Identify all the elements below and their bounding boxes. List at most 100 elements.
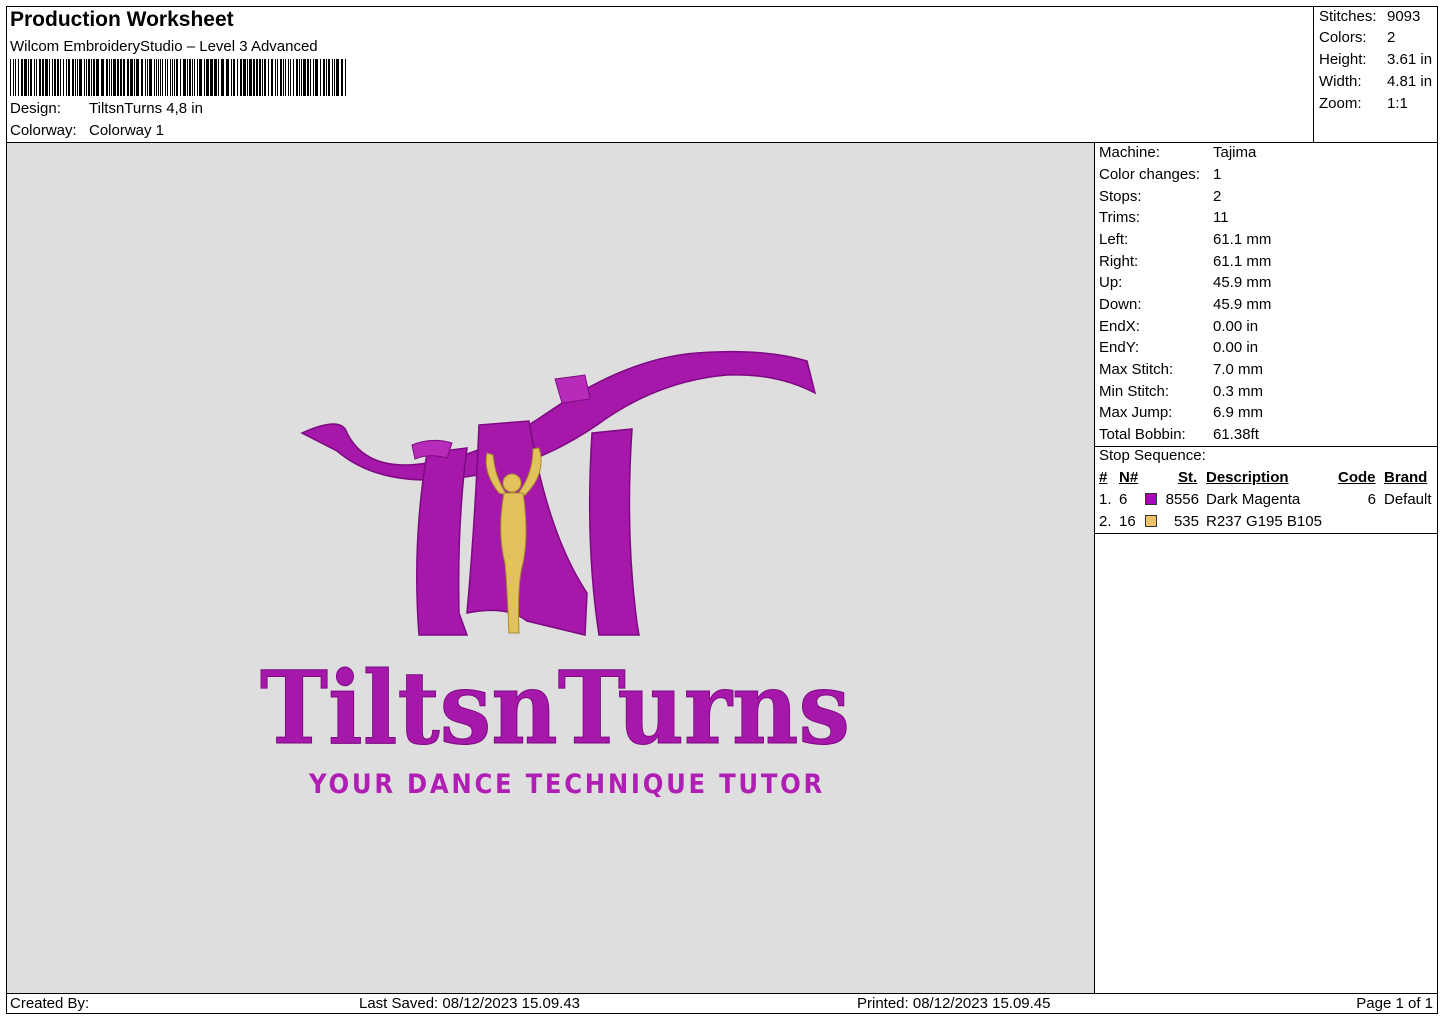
barcode-bar [21,59,23,96]
barcode-bar [204,59,205,96]
table-row-1-description: Dark Magenta [1206,491,1301,508]
barcode-bar [111,59,112,96]
barcode-bar [93,59,95,96]
barcode-bar [96,59,99,96]
barcode-bar [275,59,276,96]
barcode-bar [240,59,242,96]
barcode-bar [326,59,327,96]
barcode-bar [247,59,248,96]
color-swatch-1 [1145,493,1157,505]
barcode-bar [301,59,302,96]
ribbon-swoosh [300,350,817,481]
table-row-1-num: 1. [1099,491,1112,508]
barcode-bar [141,59,143,96]
barcode-bar [113,59,116,96]
barcode-bar [15,59,16,96]
table-row-2-description: R237 G195 B105 [1206,513,1322,530]
barcode-bar [315,59,318,96]
barcode-bar [187,59,188,96]
barcode-bar [172,59,173,96]
last-saved: Last Saved: 08/12/2023 15.09.43 [359,995,581,1012]
barcode-bar [156,59,157,96]
info-down: Down: 45.9 mm [1099,296,1272,313]
barcode-bar [199,59,202,96]
barcode-bar [307,59,309,96]
barcode-bar [323,59,325,96]
table-row-2-n: 16 [1119,513,1136,530]
worksheet-footer: Created By: Last Saved: 08/12/2023 15.09… [7,993,1437,1014]
design-value: TiltsnTurns 4,8 in [89,100,203,117]
barcode-bar [72,59,74,96]
barcode-bar [345,59,346,96]
barcode-bar [34,59,35,96]
stat-stitches: Stitches: 9093 [1319,8,1421,25]
page-title: Production Worksheet [10,8,234,31]
barcode-bar [226,59,229,96]
barcode-bar [303,59,306,96]
barcode-bar [24,59,27,96]
barcode-bar [68,59,70,96]
table-row-1-st: 8556 [1165,491,1199,508]
barcode-bar [290,59,291,96]
tagline-text: YOUR DANCE TECHNIQUE TUTOR [308,769,825,800]
colorway-label: Colorway: [10,122,77,139]
center-block-shape [466,420,588,636]
table-row-1-brand: Default [1384,491,1432,508]
col-header-num: # [1099,469,1108,486]
barcode-bar [296,59,298,96]
barcode-bar [86,59,87,96]
info-min-stitch: Min Stitch: 0.3 mm [1099,383,1264,400]
barcode-bar [262,59,263,96]
barcode-bar [299,59,300,96]
design-preview[interactable]: TiltsnTurns YOUR DANCE TECHNIQUE TUTOR [7,143,1095,993]
barcode-bar [49,59,50,96]
barcode-bar [52,59,53,96]
barcode-bar [54,59,56,96]
table-row-1-code: 6 [1367,491,1376,508]
barcode-bar [192,59,193,96]
sequence-divider [1095,533,1437,534]
table-row-2-st: 535 [1173,513,1199,530]
barcode-bar [165,59,166,96]
design-row: Design: TiltsnTurns 4,8 in [10,100,203,117]
barcode-bar [218,59,219,96]
machine-info-panel: Machine: Tajima Color changes: 1 Stops: 2 T… [1095,143,1437,993]
barcode-bar [264,59,266,96]
col-header-brand: Brand [1384,469,1428,486]
barcode-bar [243,59,246,96]
info-max-jump: Max Jump: 6.9 mm [1099,404,1264,421]
barcode-bar [30,59,32,96]
barcode-bar [91,59,92,96]
barcode-bar [79,59,82,96]
barcode-bar [334,59,335,96]
barcode-bar [288,59,289,96]
barcode-bar [320,59,321,96]
design-stats: Stitches: 9093 Colors: 2 Height: 3.61 in Wi… [1313,7,1437,143]
info-color-changes: Color changes: 1 [1099,166,1222,183]
barcode-bar [256,59,258,96]
barcode-bar [197,59,198,96]
stop-sequence-title: Stop Sequence: [1099,447,1206,464]
barcode-bar [167,59,168,96]
barcode-bar [332,59,333,96]
table-row-1-n: 6 [1119,491,1128,508]
barcode-bar [42,59,44,96]
software-name: Wilcom EmbroideryStudio – Level 3 Advanc… [10,38,318,55]
barcode-bar [154,59,155,96]
printed-date: Printed: 08/12/2023 15.09.45 [857,995,1051,1012]
info-max-stitch: Max Stitch: 7.0 mm [1099,361,1264,378]
info-endy: EndY: 0.00 in [1099,339,1259,356]
barcode-bar [106,59,108,96]
barcode-bar [84,59,85,96]
barcode-bar [206,59,209,96]
brand-text: TiltsnTurns [260,649,850,767]
barcode-bar [277,59,278,96]
barcode-bar [180,59,181,96]
barcode-bar [328,59,330,96]
info-left: Left: 61.1 mm [1099,231,1272,248]
stat-zoom: Zoom: 1:1 [1319,95,1408,112]
barcode [10,59,346,96]
barcode-bar [336,59,339,96]
colorway-row: Colorway: Colorway 1 [10,122,164,139]
barcode-bar [214,59,217,96]
